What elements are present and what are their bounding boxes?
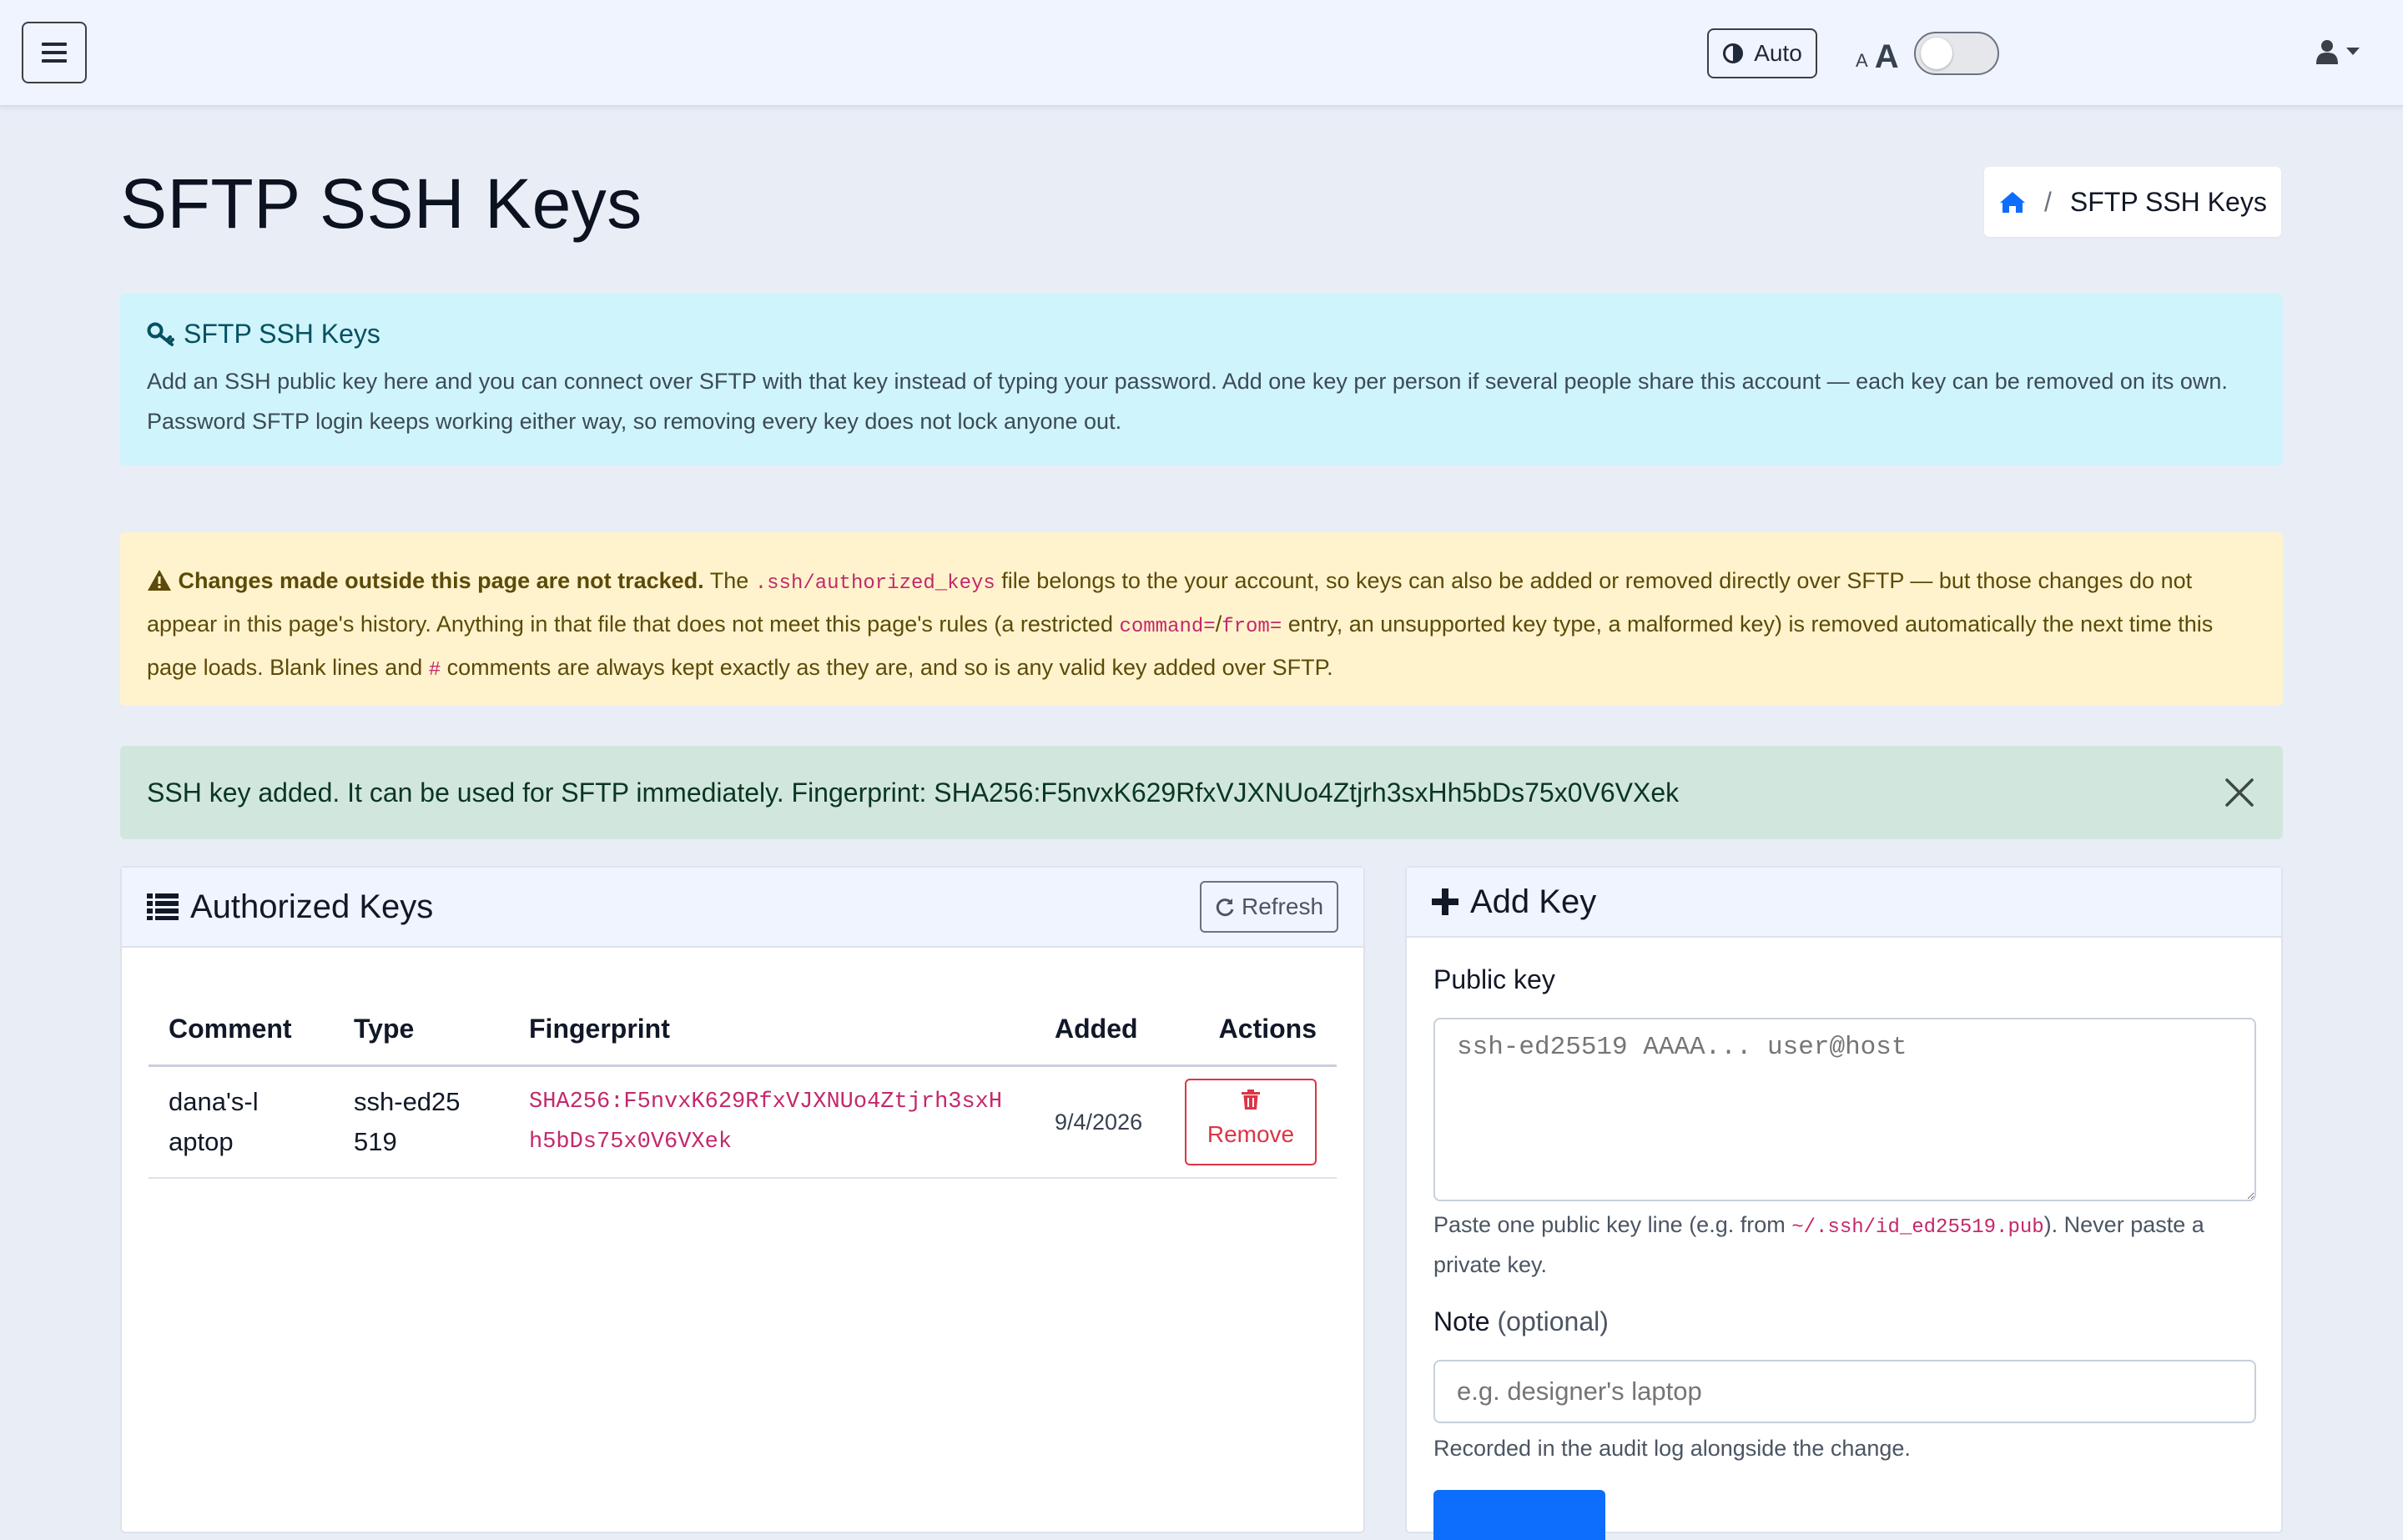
warning-text-1: The [703,568,755,593]
authorized-keys-card: Authorized Keys Refresh Comment Type Fin… [120,866,1365,1533]
add-key-header: Add Key [1407,868,2281,938]
font-size-control: A A [1856,30,1899,77]
close-icon [2225,778,2254,807]
breadcrumb-separator: / [2044,186,2052,217]
breadcrumb: / SFTP SSH Keys [1984,167,2281,237]
home-icon[interactable] [1999,190,2026,214]
column-header-actions: Actions [1176,993,1337,1067]
list-icon [147,893,179,920]
column-header-added: Added [1035,993,1176,1067]
success-alert: SSH key added. It can be used for SFTP i… [120,746,2283,839]
note-optional-label: (optional) [1497,1306,1609,1336]
remove-key-button[interactable]: Remove [1185,1079,1317,1165]
hash-comment-code: # [428,659,441,682]
authorized-keys-path: .ssh/authorized_keys [754,572,995,595]
public-key-help-text-1: Paste one public key line (e.g. from [1433,1212,1792,1237]
key-actions-cell: Remove [1176,1065,1337,1179]
from-option-code: from= [1222,616,1282,638]
key-comment-cell: dana's-laptop [149,1065,334,1179]
table-header-row: Comment Type Fingerprint Added Actions [149,993,1337,1067]
note-label-text: Note [1433,1306,1490,1336]
authorized-keys-title: Authorized Keys [190,888,434,925]
public-key-help: Paste one public key line (e.g. from ~/.… [1433,1206,2256,1283]
warning-alert: Changes made outside this page are not t… [120,532,2283,706]
trash-icon [1242,1090,1260,1110]
note-label: Note (optional) [1433,1306,1609,1337]
info-alert-body: Add an SSH public key here and you can c… [147,369,2228,434]
add-key-submit-button[interactable] [1433,1490,1605,1540]
key-comment: dana's-laptop [169,1087,259,1156]
key-fingerprint-cell: SHA256:F5nvxK629RfxVJXNUo4Ztjrh3sxHh5bDs… [509,1065,1035,1179]
top-navbar: Auto A A [0,0,2403,107]
column-header-type: Type [334,993,509,1067]
key-fingerprint: SHA256:F5nvxK629RfxVJXNUo4Ztjrh3sxHh5bDs… [529,1090,1003,1155]
authorized-keys-table: Comment Type Fingerprint Added Actions d… [149,993,1337,1179]
add-key-title: Add Key [1470,883,1597,920]
hamburger-icon [42,43,67,63]
contrast-icon [1723,43,1744,63]
sidebar-toggle-button[interactable] [22,22,87,83]
command-option-code: command= [1119,616,1216,638]
public-key-path-code: ~/.ssh/id_ed25519.pub [1791,1216,2044,1239]
public-key-label: Public key [1433,964,1555,994]
font-size-toggle[interactable] [1914,32,1999,75]
caret-down-icon [2346,48,2360,55]
key-icon [147,322,174,346]
plus-icon [1432,888,1458,915]
success-alert-text: SSH key added. It can be used for SFTP i… [147,777,1680,808]
table-row: dana's-laptop ssh-ed25519 SHA256:F5nvxK6… [149,1065,1337,1179]
warning-icon [148,570,171,591]
note-help: Recorded in the audit log alongside the … [1433,1436,1911,1461]
toggle-knob [1921,38,1952,69]
user-menu-dropdown[interactable] [2316,33,2360,70]
theme-toggle-button[interactable]: Auto [1707,28,1817,78]
refresh-button[interactable]: Refresh [1200,881,1338,933]
column-header-comment: Comment [149,993,334,1067]
breadcrumb-current: SFTP SSH Keys [2069,186,2267,217]
user-icon [2316,40,2338,64]
refresh-label: Refresh [1241,893,1324,919]
close-alert-button[interactable] [2221,774,2258,811]
warning-alert-strong: Changes made outside this page are not t… [178,568,704,593]
info-alert-heading: SFTP SSH Keys [147,319,2256,350]
note-input[interactable] [1433,1360,2256,1423]
add-key-card: Add Key Public key Paste one public key … [1405,866,2283,1540]
column-header-fingerprint: Fingerprint [509,993,1035,1067]
remove-label: Remove [1207,1121,1295,1147]
key-type: ssh-ed25519 [354,1087,461,1156]
authorized-keys-header: Authorized Keys Refresh [122,868,1363,948]
key-type-cell: ssh-ed25519 [334,1065,509,1179]
info-alert-title: SFTP SSH Keys [184,319,380,349]
authorized-keys-heading: Authorized Keys [147,888,433,926]
warning-text-5: comments are always kept exactly as they… [441,655,1333,680]
key-added: 9/4/2026 [1035,1065,1176,1179]
refresh-icon [1216,898,1234,917]
font-size-small-label: A [1856,50,1868,71]
page-title: SFTP SSH Keys [120,164,642,243]
info-alert: SFTP SSH Keys Add an SSH public key here… [120,294,2283,466]
public-key-textarea[interactable] [1433,1018,2256,1201]
theme-label: Auto [1754,40,1802,66]
font-size-large-label: A [1874,38,1899,75]
